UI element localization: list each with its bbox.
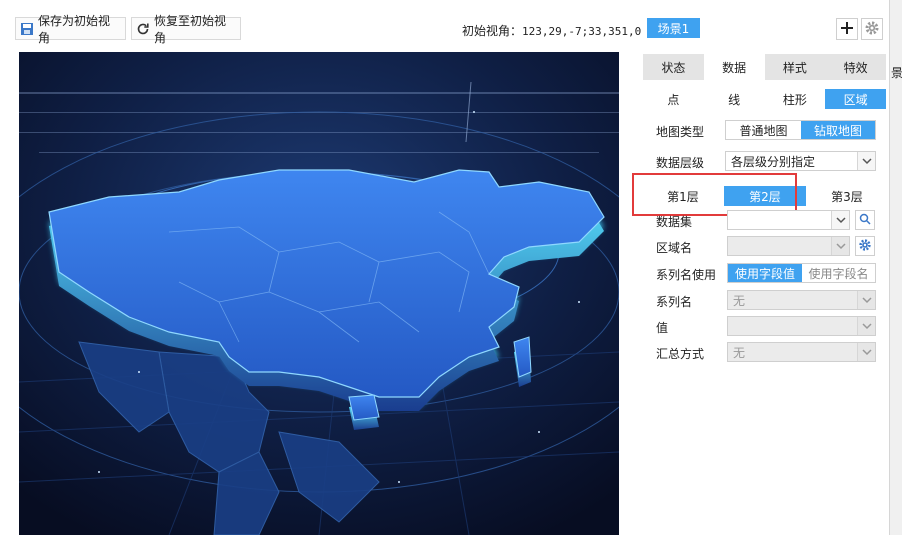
tab-effects[interactable]: 特效	[825, 54, 886, 80]
edge-text: 景	[891, 66, 902, 80]
summary-value: 无	[733, 345, 746, 360]
value-label: 值	[656, 321, 669, 335]
tab-status[interactable]: 状态	[643, 54, 704, 80]
series-use-field-name[interactable]: 使用字段名	[802, 264, 875, 282]
map-type-drill[interactable]: 钻取地图	[801, 121, 875, 139]
restore-initial-view-label: 恢复至初始视角	[154, 13, 227, 45]
series-name-select[interactable]: 无	[727, 290, 876, 310]
summary-label: 汇总方式	[656, 347, 705, 361]
series-use-field-value[interactable]: 使用字段值	[728, 264, 802, 282]
summary-select[interactable]: 无	[727, 342, 876, 362]
map-viewport[interactable]	[19, 52, 619, 535]
data-level-select[interactable]: 各层级分别指定	[725, 151, 876, 171]
chevron-down-icon	[857, 317, 875, 335]
tab-layer-3[interactable]: 第3层	[806, 186, 888, 206]
series-use-toggle: 使用字段值 使用字段名	[727, 263, 876, 283]
scene-button[interactable]: 场景1	[647, 18, 700, 38]
restore-initial-view-button[interactable]: 恢复至初始视角	[131, 14, 241, 45]
series-name-value: 无	[733, 293, 746, 308]
data-level-label: 数据层级	[656, 156, 705, 170]
save-icon	[20, 22, 34, 36]
plus-icon	[840, 21, 854, 38]
chevron-down-icon	[857, 291, 875, 309]
data-level-value: 各层级分别指定	[731, 154, 816, 169]
initial-view-prefix: 初始视角：	[462, 24, 523, 38]
chevron-down-icon	[831, 237, 849, 255]
tab-style[interactable]: 样式	[765, 54, 826, 80]
region-name-label: 区域名	[656, 241, 693, 255]
region-name-select[interactable]	[727, 236, 850, 256]
region-settings-button[interactable]	[855, 236, 875, 256]
dataset-label: 数据集	[656, 215, 693, 229]
tab-column[interactable]: 柱形	[764, 89, 826, 109]
series-use-label: 系列名使用	[656, 268, 717, 282]
chevron-down-icon	[857, 152, 875, 170]
chevron-down-icon	[831, 211, 849, 229]
save-initial-view-label: 保存为初始视角	[38, 13, 111, 45]
initial-view-readout: 初始视角：123,29,-7;33,351,0	[462, 22, 641, 39]
add-scene-button[interactable]	[836, 18, 858, 40]
series-name-label: 系列名	[656, 295, 693, 309]
settings-button[interactable]	[861, 18, 883, 40]
dataset-search-button[interactable]	[855, 210, 875, 230]
property-tabs: 状态 数据 样式 特效	[643, 54, 886, 80]
app-root: 保存为初始视角 恢复至初始视角 初始视角：123,29,-7;33,351,0 …	[0, 0, 902, 535]
initial-view-value: 123,29,-7;33,351,0	[522, 25, 642, 38]
tab-region[interactable]: 区域	[825, 89, 886, 109]
layer-type-tabs: 点 线 柱形 区域	[643, 89, 886, 109]
map-type-label: 地图类型	[656, 125, 705, 139]
map-type-toggle: 普通地图 钻取地图	[725, 120, 876, 140]
search-icon	[859, 213, 871, 228]
gear-icon	[864, 20, 880, 39]
save-initial-view-button[interactable]: 保存为初始视角	[15, 14, 126, 45]
chevron-down-icon	[857, 343, 875, 361]
tab-line[interactable]: 线	[703, 89, 765, 109]
value-select[interactable]	[727, 316, 876, 336]
tab-point[interactable]: 点	[643, 89, 704, 109]
dataset-select[interactable]	[727, 210, 850, 230]
map-type-normal[interactable]: 普通地图	[726, 121, 801, 139]
refresh-icon	[136, 22, 150, 36]
gear-icon	[858, 238, 872, 255]
tab-data[interactable]: 数据	[703, 54, 765, 80]
china-3d-map	[19, 52, 619, 535]
